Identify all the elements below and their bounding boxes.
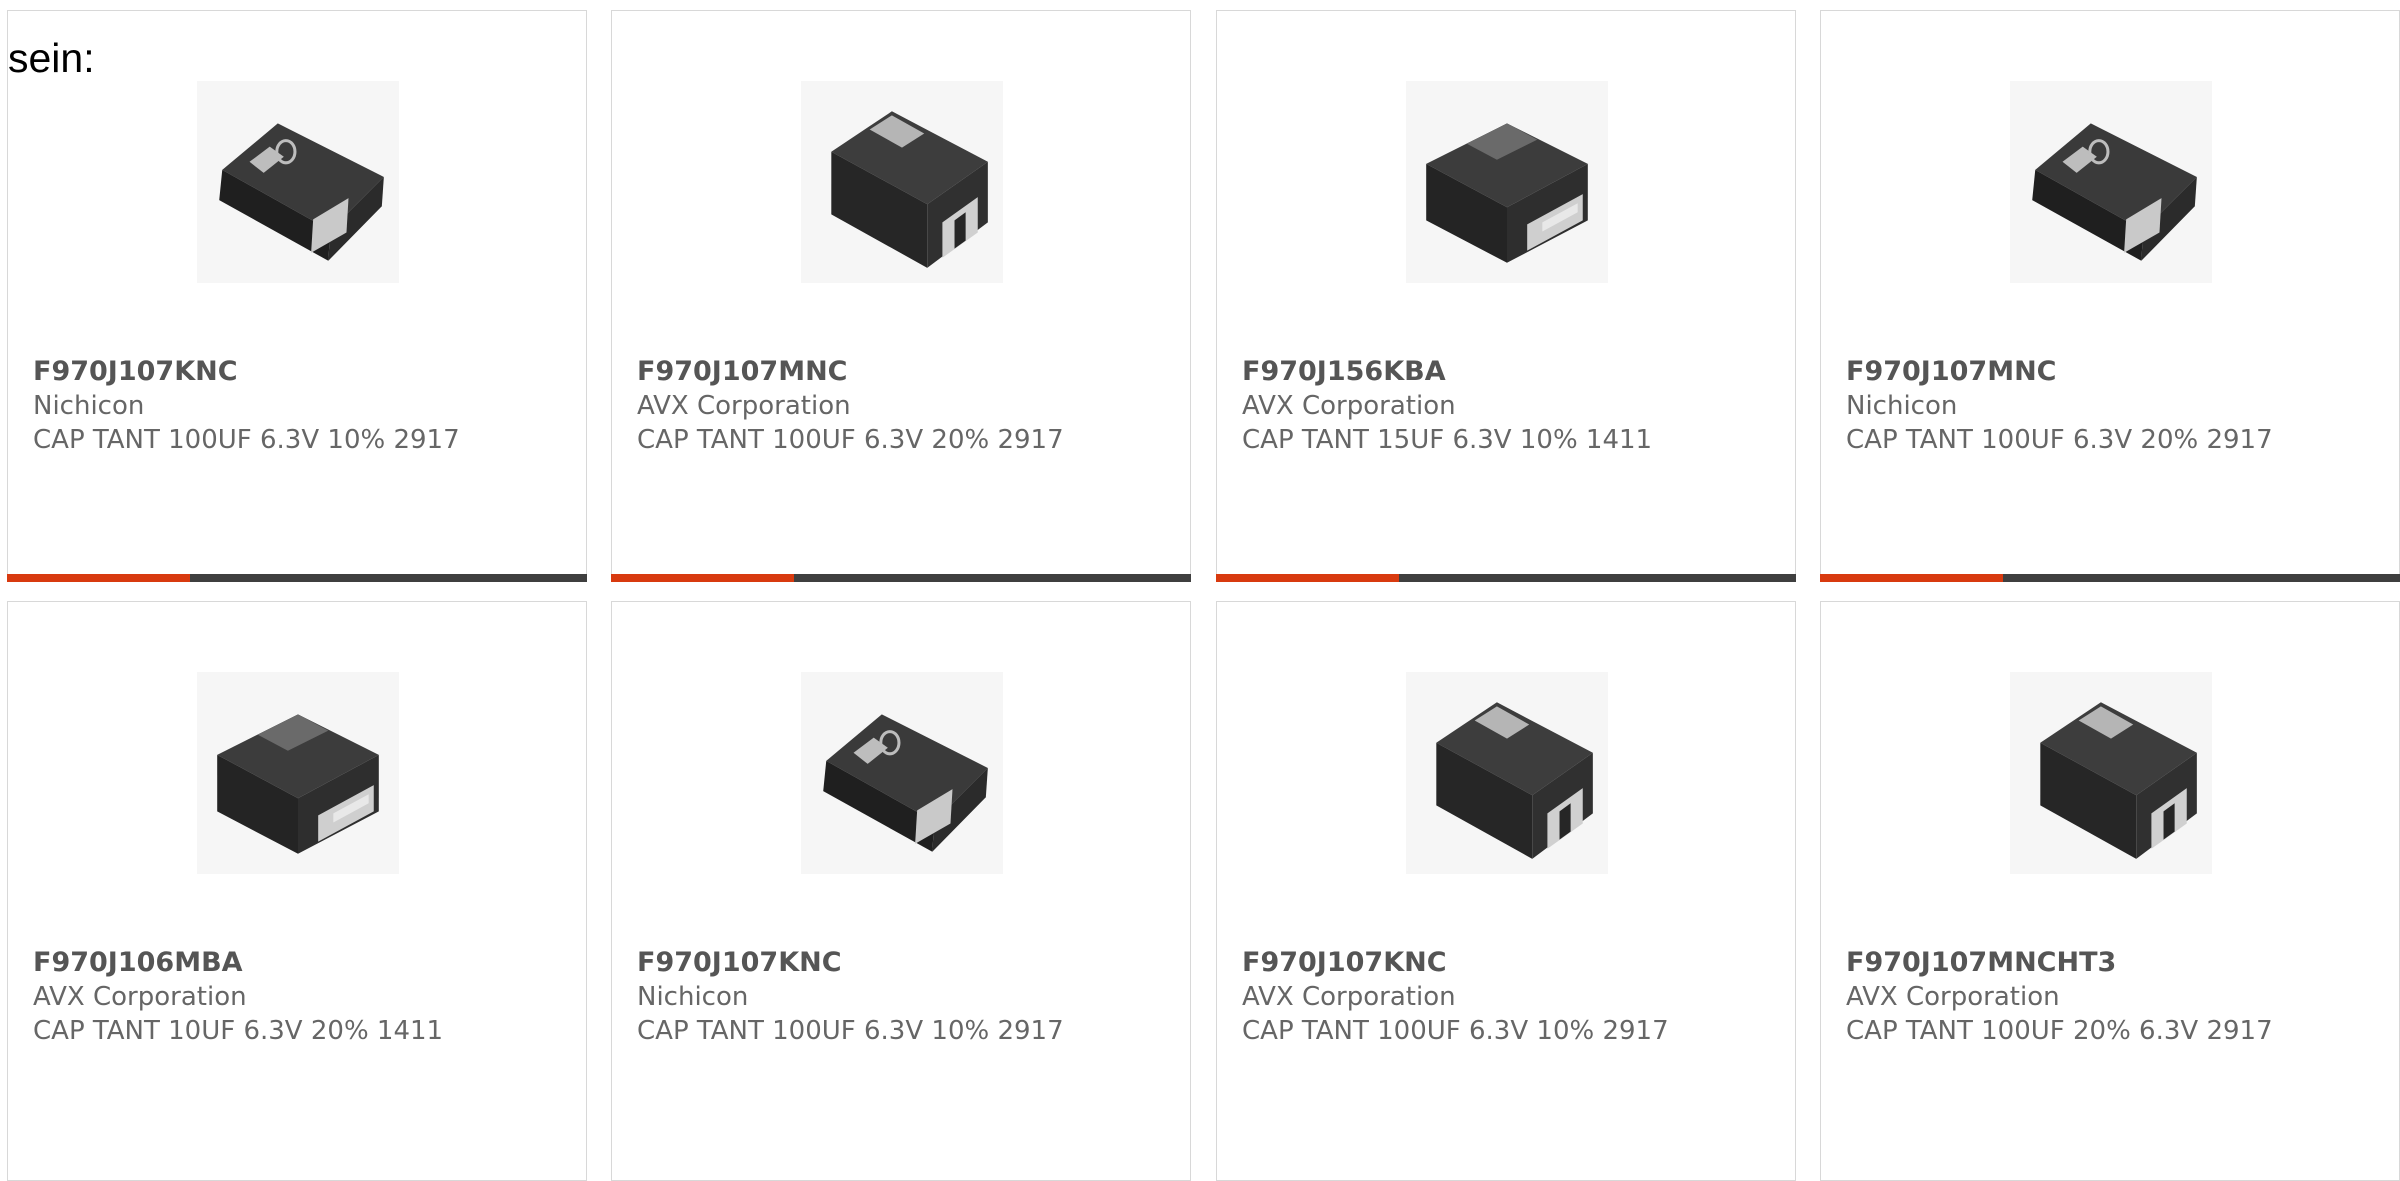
product-card[interactable]: F970J156KBA AVX Corporation CAP TANT 15U… xyxy=(1216,10,1796,582)
tantalum-capacitor-logo-tilted-icon[interactable] xyxy=(2010,81,2212,283)
part-number-link[interactable]: F970J107MNC xyxy=(1846,355,2273,389)
card-accent-bar xyxy=(611,574,1191,582)
product-description: CAP TANT 15UF 6.3V 10% 1411 xyxy=(1242,425,1653,455)
tantalum-capacitor-side-icon[interactable] xyxy=(1406,81,1608,283)
part-number-link[interactable]: F970J107KNC xyxy=(33,355,460,389)
lead-text: sein: xyxy=(8,35,95,81)
part-number-link[interactable]: F970J107KNC xyxy=(1242,946,1669,980)
manufacturer-name: AVX Corporation xyxy=(1846,982,2060,1012)
product-card[interactable]: F970J107KNC AVX Corporation CAP TANT 100… xyxy=(1216,601,1796,1181)
product-card[interactable]: F970J107KNC Nichicon CAP TANT 100UF 6.3V… xyxy=(7,10,587,582)
product-description: CAP TANT 100UF 6.3V 10% 2917 xyxy=(33,425,460,455)
part-number-link[interactable]: F970J107KNC xyxy=(637,946,1064,980)
manufacturer-name: Nichicon xyxy=(33,391,145,421)
card-accent-bar xyxy=(7,574,587,582)
product-description: CAP TANT 100UF 20% 6.3V 2917 xyxy=(1846,1016,2273,1046)
tantalum-capacitor-side-icon[interactable] xyxy=(197,672,399,874)
manufacturer-name: AVX Corporation xyxy=(637,391,851,421)
tantalum-capacitor-logo-tilted-icon[interactable] xyxy=(801,672,1003,874)
tantalum-capacitor-front-icon[interactable] xyxy=(2010,672,2212,874)
product-card[interactable]: F970J107MNC Nichicon CAP TANT 100UF 6.3V… xyxy=(1820,10,2400,582)
manufacturer-name: AVX Corporation xyxy=(1242,391,1456,421)
product-description: CAP TANT 100UF 6.3V 20% 2917 xyxy=(1846,425,2273,455)
tantalum-capacitor-front-icon[interactable] xyxy=(1406,672,1608,874)
part-number-link[interactable]: F970J107MNC xyxy=(637,355,1064,389)
product-card[interactable]: F970J107MNCHT3 AVX Corporation CAP TANT … xyxy=(1820,601,2400,1181)
product-description: CAP TANT 100UF 6.3V 20% 2917 xyxy=(637,425,1064,455)
product-description: CAP TANT 100UF 6.3V 10% 2917 xyxy=(1242,1016,1669,1046)
manufacturer-name: Nichicon xyxy=(637,982,749,1012)
product-card[interactable]: F970J107MNC AVX Corporation CAP TANT 100… xyxy=(611,10,1191,582)
part-number-link[interactable]: F970J106MBA xyxy=(33,946,443,980)
card-accent-bar xyxy=(1216,574,1796,582)
manufacturer-name: AVX Corporation xyxy=(33,982,247,1012)
product-description: CAP TANT 10UF 6.3V 20% 1411 xyxy=(33,1016,444,1046)
manufacturer-name: Nichicon xyxy=(1846,391,1958,421)
tantalum-capacitor-front-icon[interactable] xyxy=(801,81,1003,283)
manufacturer-name: AVX Corporation xyxy=(1242,982,1456,1012)
product-description: CAP TANT 100UF 6.3V 10% 2917 xyxy=(637,1016,1064,1046)
part-number-link[interactable]: F970J107MNCHT3 xyxy=(1846,946,2273,980)
card-accent-bar xyxy=(1820,574,2400,582)
product-card[interactable]: F970J107KNC Nichicon CAP TANT 100UF 6.3V… xyxy=(611,601,1191,1181)
product-card[interactable]: F970J106MBA AVX Corporation CAP TANT 10U… xyxy=(7,601,587,1181)
part-number-link[interactable]: F970J156KBA xyxy=(1242,355,1652,389)
tantalum-capacitor-logo-tilted-icon[interactable] xyxy=(197,81,399,283)
